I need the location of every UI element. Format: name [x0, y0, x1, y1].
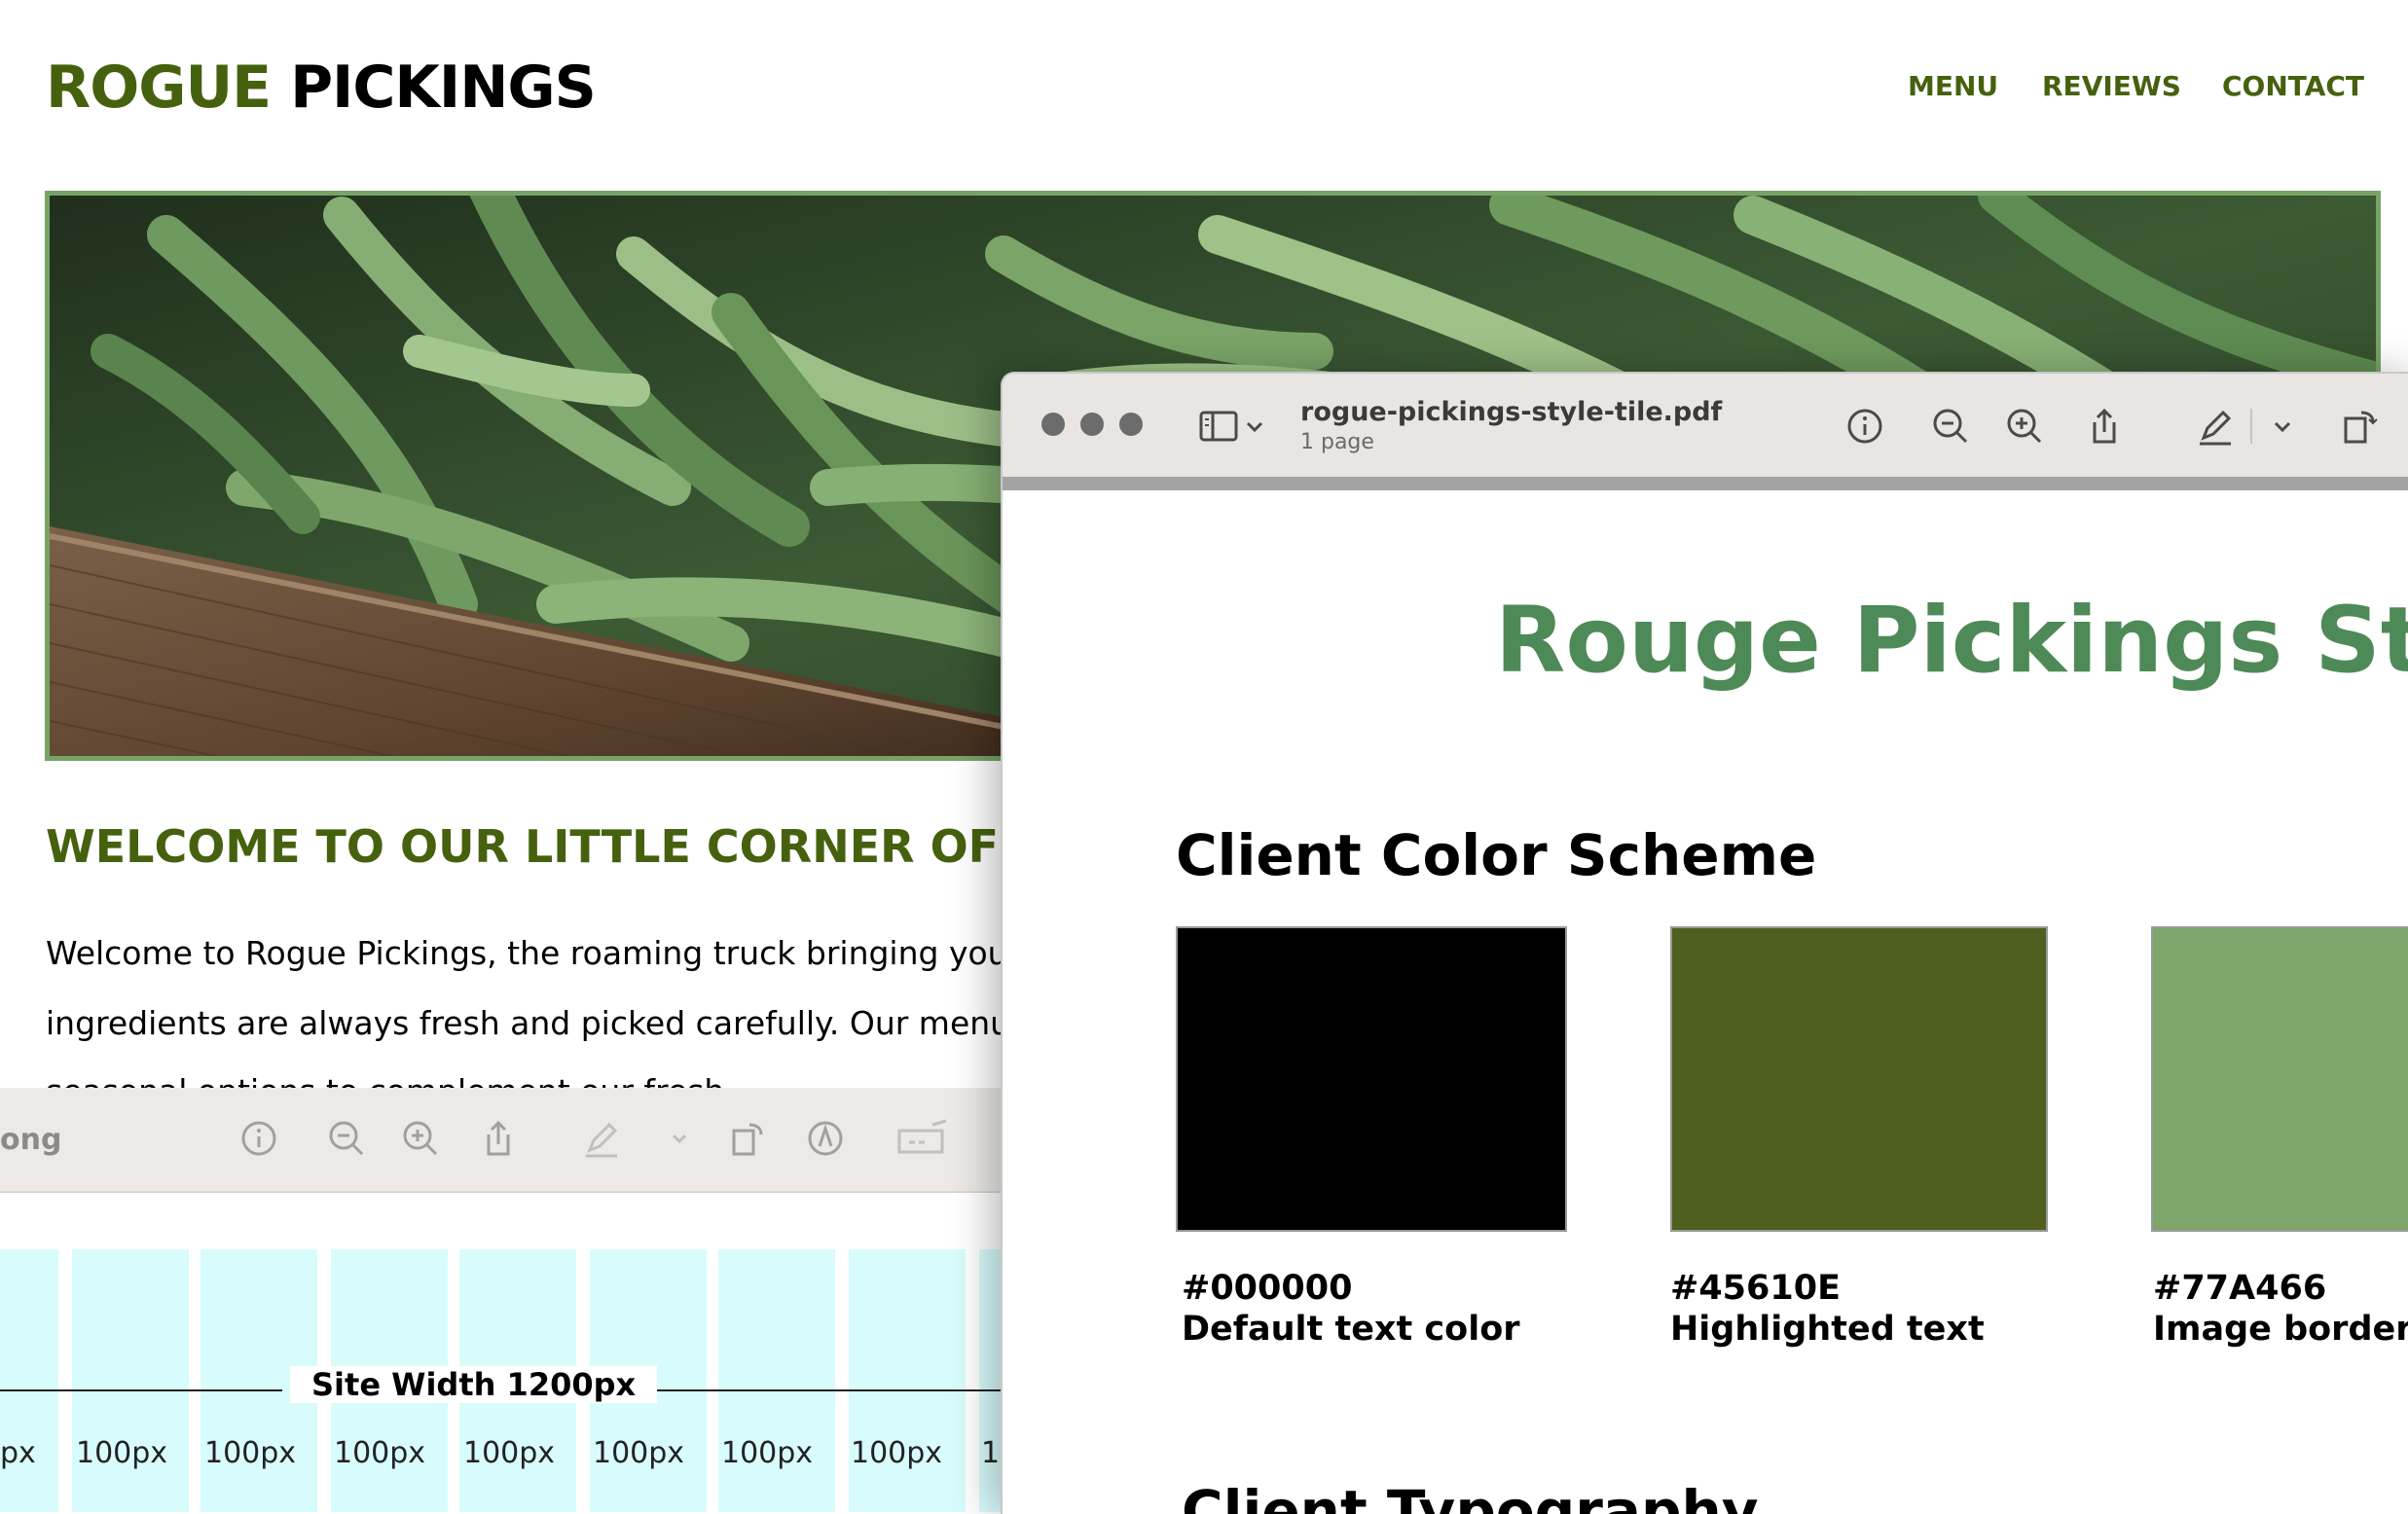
zoom-in-icon[interactable] [399, 1117, 442, 1160]
markup-pen-icon[interactable] [580, 1117, 623, 1160]
pdf-window-separator [1003, 477, 2408, 490]
intro-paragraph-line-1: Welcome to Rogue Pickings, the roaming t… [46, 934, 1008, 972]
grid-column [849, 1249, 966, 1512]
swatch-hex-label: #77A466 [2153, 1269, 2327, 1308]
annotate-icon[interactable] [804, 1117, 847, 1160]
grid-column [718, 1249, 835, 1512]
grid-column [0, 1249, 58, 1512]
pdf-preview-window: rogue-pickings-style-tile.pdf 1 page Rou… [1001, 372, 2408, 1514]
pdf-page-count: 1 page [1300, 430, 1374, 454]
info-icon[interactable] [1843, 405, 1886, 448]
color-swatch-black [1176, 926, 1567, 1232]
pdf-filename: rogue-pickings-style-tile.pdf [1300, 397, 1723, 427]
nav-contact-link[interactable]: CONTACT [2222, 70, 2364, 102]
nav-menu-link[interactable]: MENU [1908, 70, 1998, 102]
column-width-label: 100px [463, 1436, 556, 1470]
column-width-label: 100px [851, 1436, 943, 1470]
site-width-line-right [619, 1389, 1012, 1391]
site-header: ROGUE PICKINGS MENU REVIEWS CONTACT [0, 0, 2408, 185]
zoom-out-icon[interactable] [1929, 405, 1972, 448]
background-window-toolbar: ong [0, 1088, 1012, 1193]
site-width-label: Site Width 1200px [290, 1366, 658, 1403]
minimize-window-button[interactable] [1080, 413, 1104, 436]
typography-heading: Client Typography [1182, 1478, 1759, 1514]
sidebar-toggle-icon[interactable] [1197, 405, 1240, 448]
background-preview-window: ong Site Width 1200px px 100px 100px 100… [0, 1088, 1012, 1512]
chevron-down-icon[interactable] [1240, 405, 1269, 448]
signature-icon[interactable] [895, 1117, 950, 1160]
column-grid: Site Width 1200px px 100px 100px 100px 1… [0, 1249, 1012, 1512]
chevron-down-icon[interactable] [658, 1117, 701, 1160]
toolbar-divider [2250, 409, 2252, 444]
column-width-label: 100px [593, 1436, 685, 1470]
color-swatch-image-border [2151, 926, 2408, 1232]
swatch-hex-label: #000000 [1182, 1269, 1353, 1308]
pdf-window-titlebar[interactable]: rogue-pickings-style-tile.pdf 1 page [1003, 374, 2408, 477]
column-width-label: 100px [76, 1436, 168, 1470]
column-width-label: px [0, 1436, 36, 1470]
grid-column [72, 1249, 189, 1512]
site-width-line-left [0, 1389, 282, 1391]
zoom-in-icon[interactable] [2003, 405, 2046, 448]
zoom-out-icon[interactable] [325, 1117, 368, 1160]
site-logo[interactable]: ROGUE PICKINGS [46, 51, 597, 125]
color-swatch-highlight [1670, 926, 2048, 1232]
intro-paragraph-line-2: ingredients are always fresh and picked … [46, 1004, 1039, 1042]
background-window-filename: ong [0, 1123, 62, 1157]
swatch-description: Default text color [1182, 1310, 1520, 1349]
column-width-label: 100px [334, 1436, 426, 1470]
pdf-page: Rouge Pickings Styl Client Color Scheme … [1008, 490, 2408, 1514]
chevron-down-icon[interactable] [2268, 405, 2297, 448]
share-icon[interactable] [477, 1117, 520, 1160]
color-scheme-heading: Client Color Scheme [1176, 822, 1817, 888]
close-window-button[interactable] [1041, 413, 1065, 436]
column-width-label: 100px [721, 1436, 814, 1470]
welcome-heading: WELCOME TO OUR LITTLE CORNER OF [46, 820, 1000, 873]
pdf-document-title: Rouge Pickings Styl [1495, 588, 2408, 694]
info-icon[interactable] [237, 1117, 280, 1160]
zoom-window-button[interactable] [1119, 413, 1143, 436]
column-width-label: 100px [204, 1436, 297, 1470]
logo-word-pickings: PICKINGS [290, 54, 597, 122]
swatch-description: Image border [2153, 1310, 2408, 1349]
swatch-description: Highlighted text [1670, 1310, 1985, 1349]
share-icon[interactable] [2083, 405, 2126, 448]
rotate-icon[interactable] [2338, 405, 2381, 448]
swatch-hex-label: #45610E [1670, 1269, 1841, 1308]
markup-pen-icon[interactable] [2194, 405, 2237, 448]
logo-word-rogue: ROGUE [46, 54, 272, 122]
nav-reviews-link[interactable]: REVIEWS [2042, 70, 2181, 102]
rotate-icon[interactable] [726, 1117, 769, 1160]
